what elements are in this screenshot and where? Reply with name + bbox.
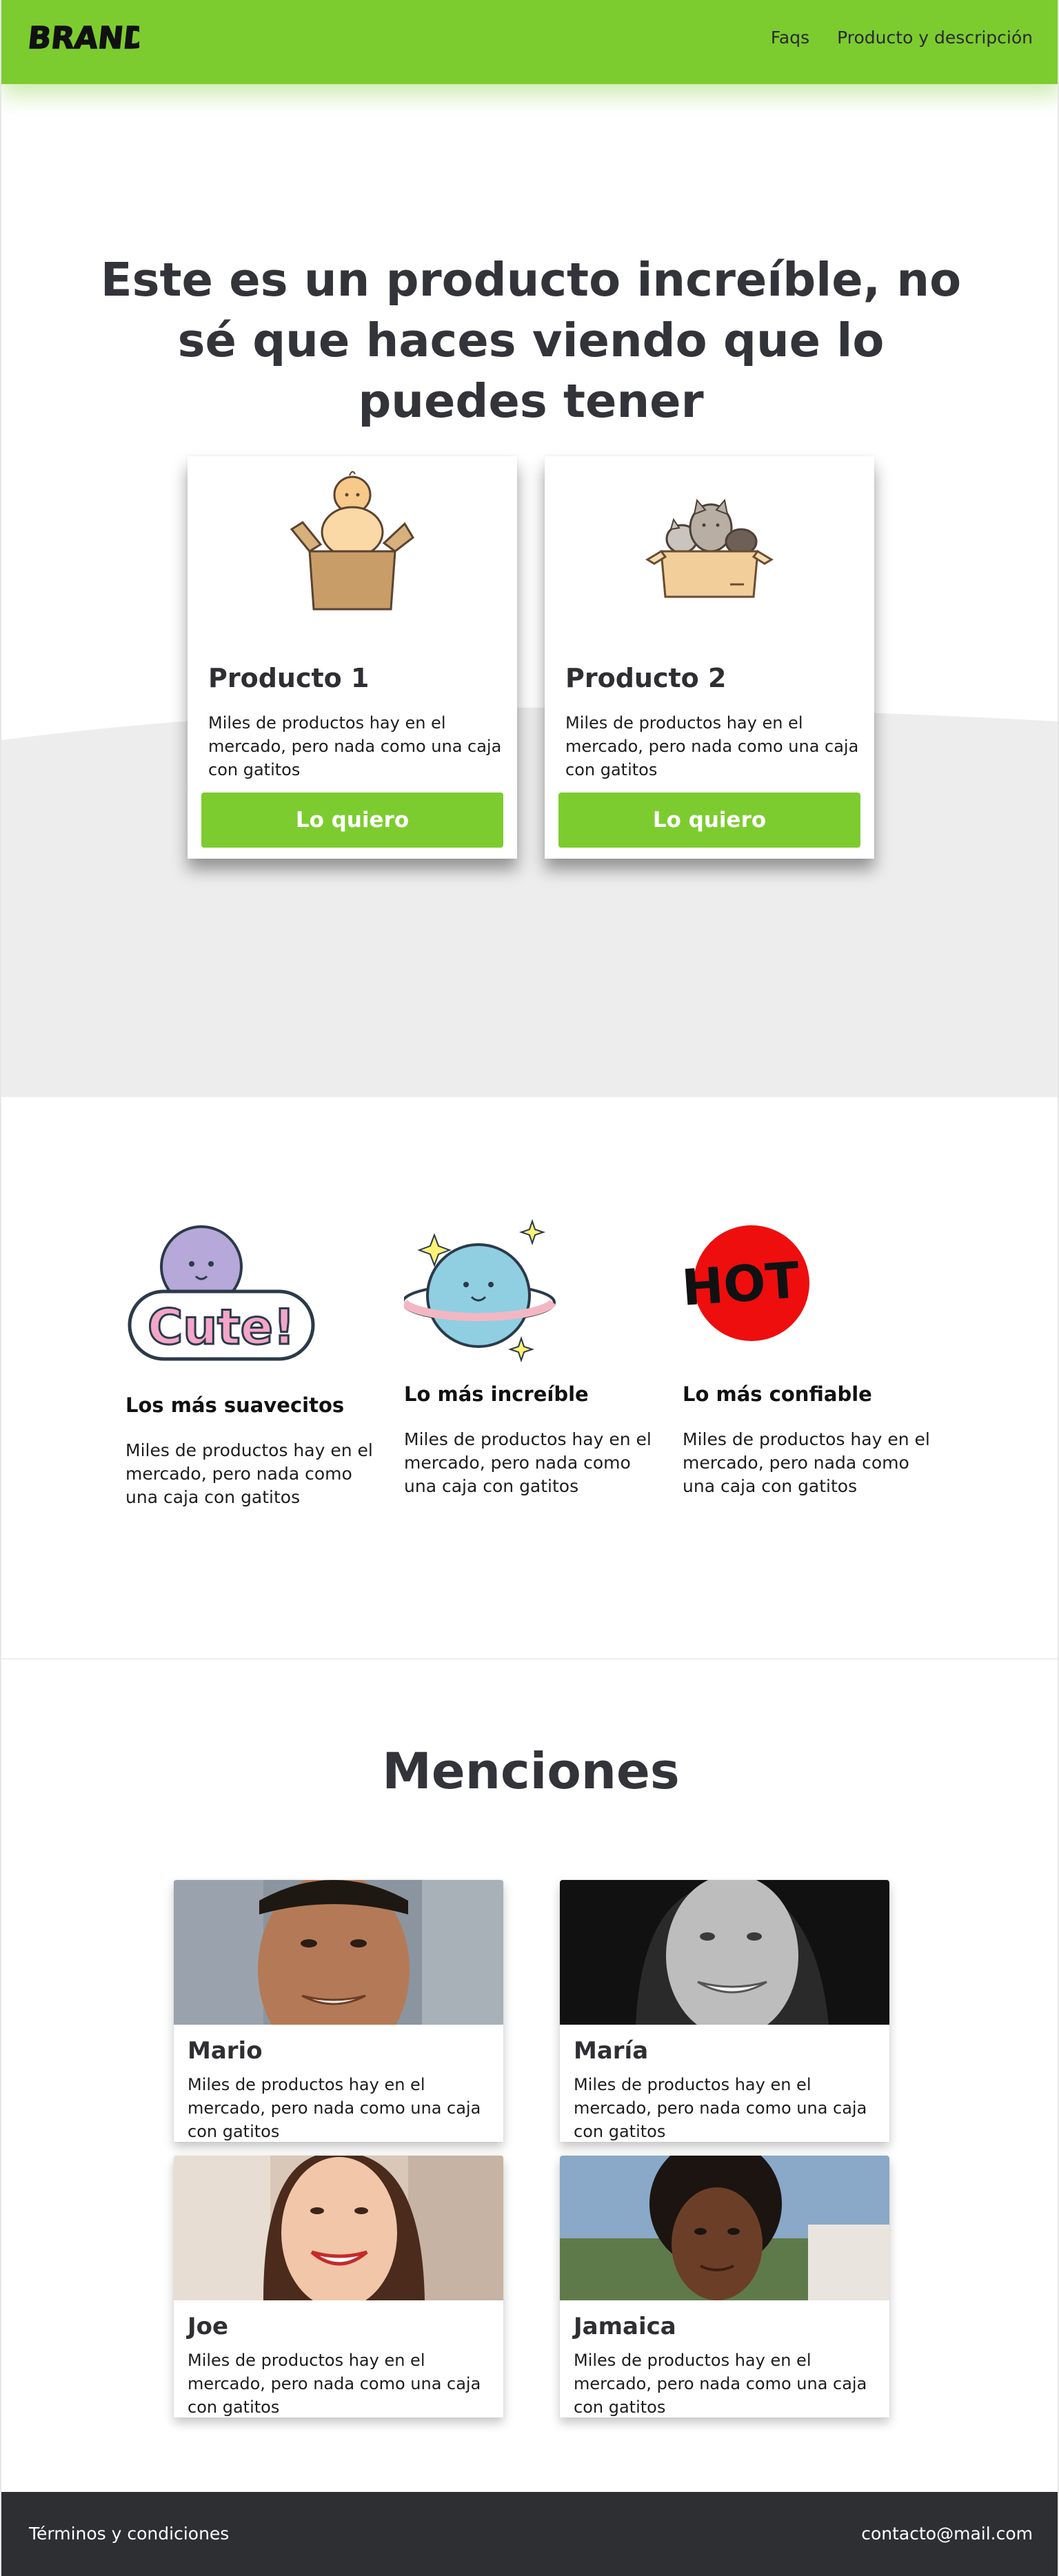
- mention-card-maria: María Miles de productos hay en el merca…: [560, 1880, 889, 2142]
- svg-text:HOT: HOT: [683, 1251, 801, 1317]
- features-section: Cute! Los más suavecitos Miles de produc…: [1, 1097, 1058, 1659]
- hero-title: Este es un producto increíble, no sé que…: [100, 253, 962, 428]
- mention-name: Jamaica: [574, 2313, 676, 2340]
- product-card-2: Producto 2 Miles de productos hay en el …: [545, 456, 874, 859]
- page-footer: Términos y condiciones contacto@mail.com: [1, 2492, 1058, 2576]
- buy-button[interactable]: Lo quiero: [201, 793, 503, 848]
- avatar: [560, 2156, 889, 2300]
- product-description: Miles de productos hay en el mercado, pe…: [208, 713, 502, 779]
- feature-item-suavecitos: Cute! Los más suavecitos Miles de produc…: [125, 1214, 374, 1600]
- product-description: Miles de productos hay en el mercado, pe…: [565, 713, 859, 779]
- product-title: Producto 1: [208, 663, 370, 693]
- nav-link-faqs[interactable]: Faqs: [771, 28, 809, 48]
- planet-icon: [401, 1214, 611, 1373]
- mention-description: Miles de productos hay en el mercado, pe…: [188, 2351, 481, 2417]
- product-title: Producto 2: [565, 663, 727, 693]
- mention-description: Miles de productos hay en el mercado, pe…: [574, 2351, 867, 2417]
- mention-description: Miles de productos hay en el mercado, pe…: [188, 2075, 481, 2141]
- feature-description: Miles de productos hay en el mercado, pe…: [404, 1429, 652, 1496]
- svg-text:BRAND: BRAND: [29, 21, 139, 56]
- mention-card-joe: Joe Miles de productos hay en el mercado…: [174, 2156, 503, 2417]
- feature-item-increible: Lo más increíble Miles de productos hay …: [401, 1214, 652, 1600]
- mention-card-mario: Mario Miles de productos hay en el merca…: [174, 1880, 503, 2142]
- feature-description: Miles de productos hay en el mercado, pe…: [125, 1440, 373, 1507]
- mention-card-jamaica: Jamaica Miles de productos hay en el mer…: [560, 2156, 889, 2417]
- avatar: [174, 1880, 503, 2025]
- feature-item-confiable: HOT Lo más confiable Miles de productos …: [680, 1214, 931, 1600]
- mentions-section: Menciones Mario Miles de productos hay e…: [1, 1659, 1058, 2492]
- hot-sticker-icon: HOT: [680, 1214, 889, 1373]
- hero-section: Este es un producto increíble, no sé que…: [1, 84, 1058, 1097]
- top-navbar: BRAND Faqs Producto y descripción: [1, 0, 1058, 84]
- svg-text:Cute!: Cute!: [148, 1299, 295, 1356]
- feature-description: Miles de productos hay en el mercado, pe…: [683, 1429, 930, 1496]
- brand-logo[interactable]: BRAND: [26, 17, 151, 58]
- section-title: Menciones: [382, 1742, 680, 1800]
- cute-sticker-icon: Cute!: [125, 1214, 332, 1373]
- cats-in-box-icon: [545, 456, 874, 642]
- page-frame: BRAND Faqs Producto y descripción Este e…: [0, 0, 1059, 2576]
- product-card-1: Producto 1 Miles de productos hay en el …: [188, 456, 517, 859]
- feature-title: Lo más increíble: [404, 1382, 589, 1406]
- mention-description: Miles de productos hay en el mercado, pe…: [574, 2075, 867, 2141]
- mention-name: Joe: [188, 2313, 229, 2340]
- brand-logo-mark: BRAND: [26, 20, 151, 56]
- avatar: [174, 2156, 503, 2300]
- mention-name: María: [574, 2037, 649, 2065]
- avatar: [560, 1880, 889, 2025]
- feature-title: Lo más confiable: [683, 1382, 872, 1406]
- mention-name: Mario: [188, 2037, 263, 2065]
- terms-link[interactable]: Términos y condiciones: [29, 2524, 229, 2544]
- buy-button[interactable]: Lo quiero: [558, 793, 860, 848]
- nav-link-producto[interactable]: Producto y descripción: [837, 28, 1033, 48]
- feature-title: Los más suavecitos: [125, 1393, 345, 1417]
- hero-wave-background: [1, 707, 1058, 1097]
- contact-email-link[interactable]: contacto@mail.com: [861, 2524, 1033, 2544]
- baby-in-box-icon: [188, 456, 517, 642]
- nav-links: Faqs Producto y descripción: [771, 28, 1033, 48]
